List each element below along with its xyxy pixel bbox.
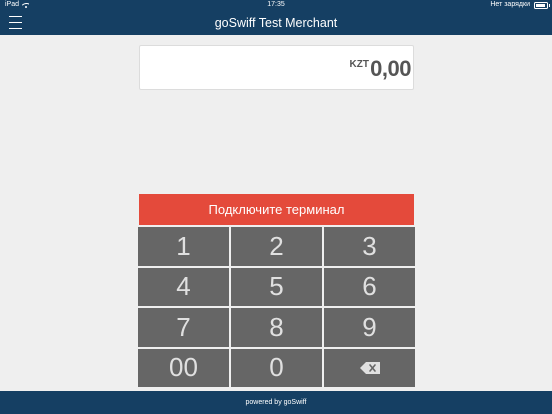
battery-icon	[534, 1, 550, 9]
amount-display: KZT 0,00	[139, 45, 414, 90]
footer: powered by goSwiff	[0, 391, 552, 414]
key-2[interactable]: 2	[231, 227, 322, 266]
currency-label: KZT	[349, 59, 369, 70]
top-bar: iPad 17:35 Нет зарядки goSwiff Test Merc…	[0, 0, 552, 35]
page-title: goSwiff Test Merchant	[214, 16, 338, 30]
connect-terminal-button[interactable]: Подключите терминал	[139, 194, 414, 225]
backspace-icon	[359, 361, 380, 374]
key-1[interactable]: 1	[138, 227, 229, 266]
battery-status-text: Нет зарядки	[490, 1, 530, 8]
status-time: 17:35	[267, 1, 285, 8]
numeric-keypad: 1 2 3 4 5 6 7 8 9 00 0	[138, 227, 415, 387]
key-9[interactable]: 9	[324, 308, 415, 347]
status-bar: iPad 17:35 Нет зарядки	[0, 0, 552, 10]
key-4[interactable]: 4	[138, 267, 229, 306]
footer-text: powered by goSwiff	[245, 399, 307, 406]
status-right: Нет зарядки	[490, 0, 550, 10]
key-7[interactable]: 7	[138, 308, 229, 347]
amount-value: 0,00	[370, 56, 411, 81]
backspace-key[interactable]	[324, 348, 415, 387]
key-0[interactable]: 0	[231, 348, 322, 387]
key-5[interactable]: 5	[231, 267, 322, 306]
key-6[interactable]: 6	[324, 267, 415, 306]
key-8[interactable]: 8	[231, 308, 322, 347]
key-3[interactable]: 3	[324, 227, 415, 266]
key-00[interactable]: 00	[138, 348, 229, 387]
